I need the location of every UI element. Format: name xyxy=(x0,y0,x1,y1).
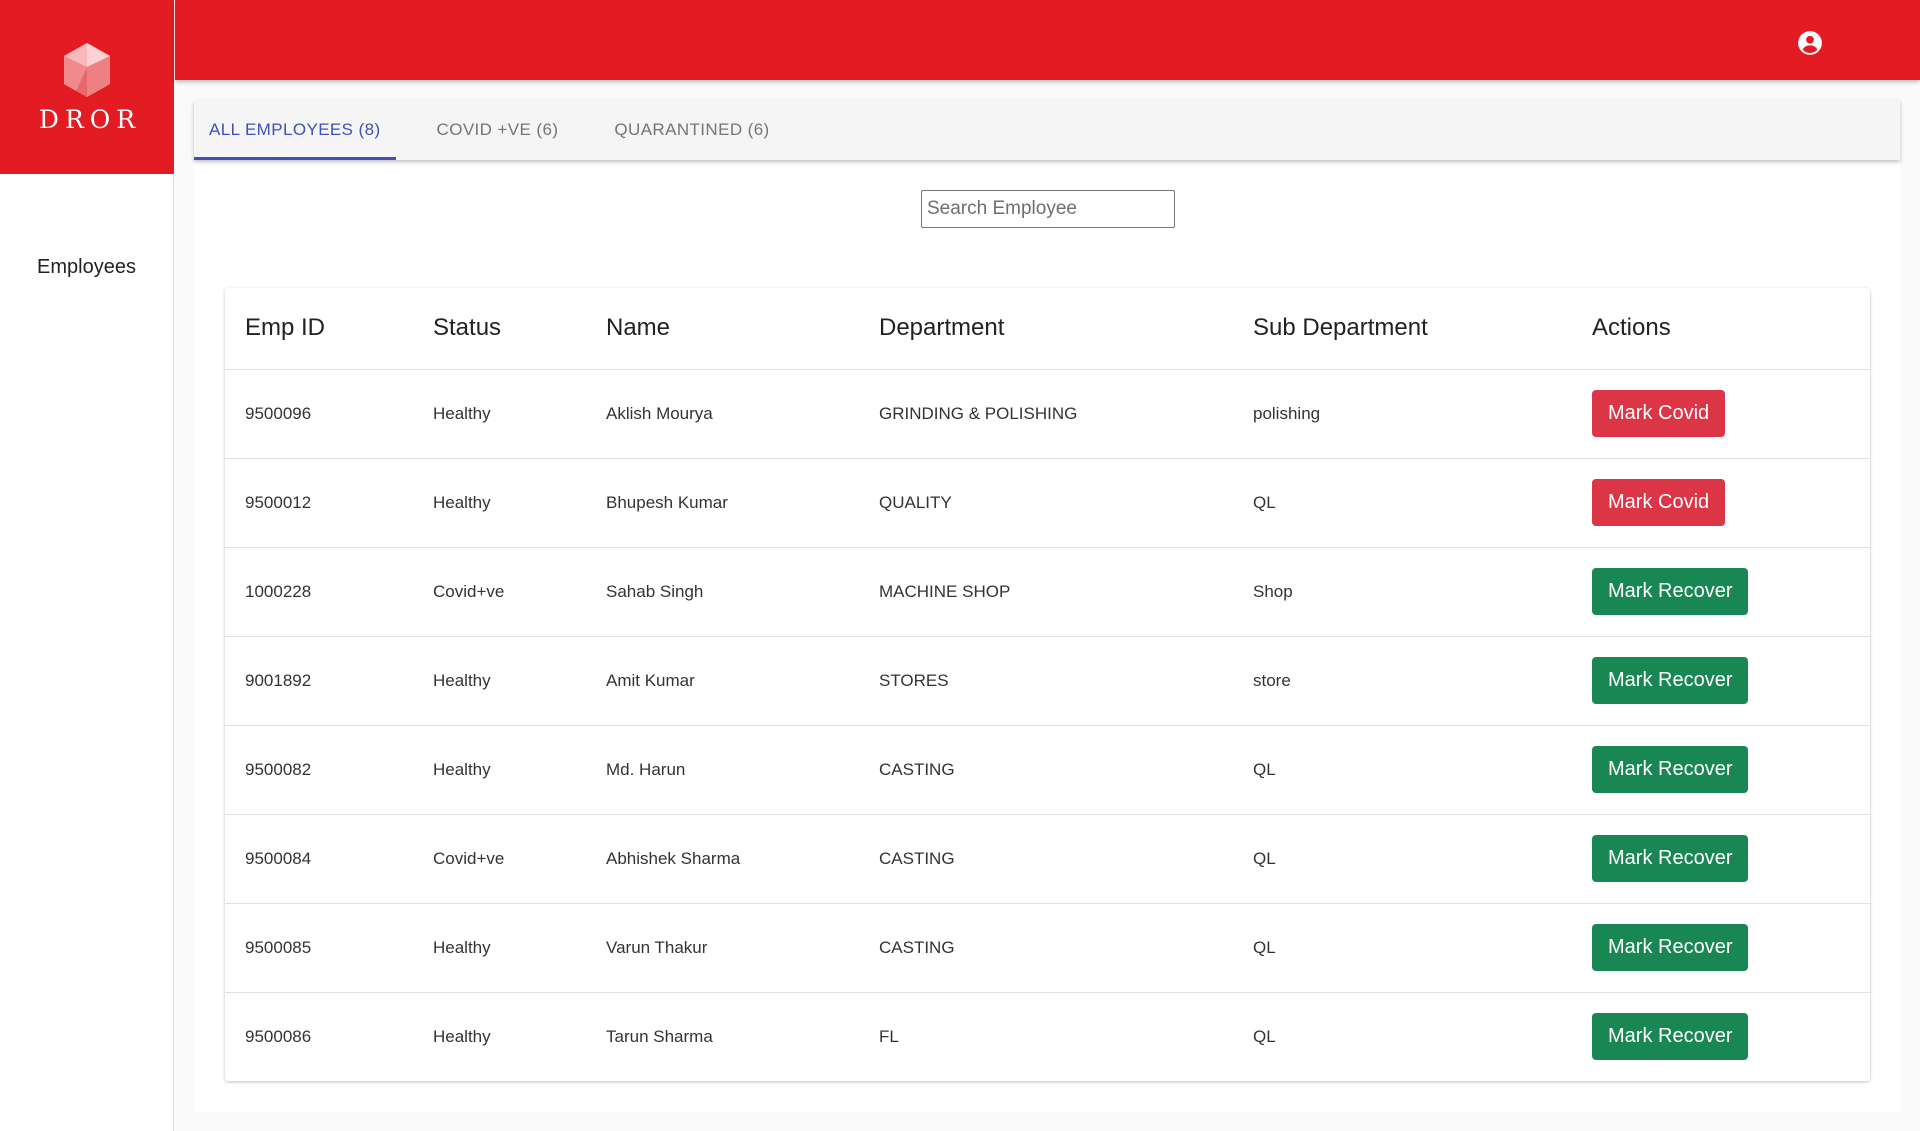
table-row: 9001892 Healthy Amit Kumar STORES store … xyxy=(225,636,1870,726)
cell-name: Aklish Mourya xyxy=(586,369,859,459)
cell-sub-department: Shop xyxy=(1233,547,1572,637)
cell-department: FL xyxy=(879,1026,899,1046)
cell-actions: Mark Recover xyxy=(1572,992,1870,1081)
search-input[interactable] xyxy=(921,190,1175,228)
cell-sub-department: store xyxy=(1233,636,1572,726)
cell-status: Covid+ve xyxy=(413,547,586,637)
mark-recover-button[interactable]: Mark Recover xyxy=(1592,746,1749,793)
main-content: ALL EMPLOYEES (8) COVID +VE (6) QUARANTI… xyxy=(194,100,1900,1112)
mark-covid-button[interactable]: Mark Covid xyxy=(1592,390,1726,437)
tab-quarantined[interactable]: QUARANTINED (6) xyxy=(599,100,784,160)
employees-table: Emp ID Status Name Department Sub Depart… xyxy=(225,288,1870,1081)
cell-status: Covid+ve xyxy=(413,814,586,904)
cell-name: Varun Thakur xyxy=(586,903,859,993)
cell-status: Healthy xyxy=(413,369,586,459)
cell-sub-department: QL xyxy=(1233,814,1572,904)
table-row: 9500085 Healthy Varun Thakur CASTING QL … xyxy=(225,903,1870,993)
cell-department: QUALITY xyxy=(859,458,1233,548)
cell-emp-id: 9500085 xyxy=(225,903,413,993)
cell-name: Md. Harun xyxy=(586,725,859,815)
table-row: 9500012 Healthy Bhupesh Kumar QUALITY QL… xyxy=(225,458,1870,548)
account-circle-icon[interactable] xyxy=(1797,30,1823,56)
header-department: Department xyxy=(859,288,1233,370)
top-bar xyxy=(175,0,1920,80)
cell-actions: Mark Recover xyxy=(1572,814,1870,904)
cell-department: MACHINE SHOP xyxy=(859,547,1233,637)
cell-actions: Mark Recover xyxy=(1572,903,1870,993)
table-row: 9500084 Covid+ve Abhishek Sharma CASTING… xyxy=(225,814,1870,904)
cell-emp-id: 9500082 xyxy=(225,725,413,815)
mark-covid-button[interactable]: Mark Covid xyxy=(1592,479,1726,526)
tab-bar: ALL EMPLOYEES (8) COVID +VE (6) QUARANTI… xyxy=(194,100,1900,160)
cell-sub-department: QL xyxy=(1233,725,1572,815)
cell-actions: Mark Recover xyxy=(1572,725,1870,815)
search-container xyxy=(921,190,1175,228)
cell-sub-department: QL xyxy=(1253,1026,1276,1046)
header-sub-department: Sub Department xyxy=(1233,288,1572,370)
sidebar: DROR Employees xyxy=(0,0,174,1131)
table-row: 9500086 Healthy Tarun Sharma FL QL Mark … xyxy=(225,992,1870,1081)
employees-table-card: Emp ID Status Name Department Sub Depart… xyxy=(225,288,1870,1081)
cell-actions: Mark Covid xyxy=(1572,369,1870,459)
app: DROR Employees ALL EMPLOYEES (8) COVID +… xyxy=(0,0,1920,1131)
mark-recover-button[interactable]: Mark Recover xyxy=(1592,568,1749,615)
cell-status: Healthy xyxy=(413,636,586,726)
header-name: Name xyxy=(586,288,859,370)
cell-emp-id: 9500096 xyxy=(225,369,413,459)
cell-emp-id: 9500086 xyxy=(245,1026,312,1046)
table-row: 9500082 Healthy Md. Harun CASTING QL Mar… xyxy=(225,725,1870,815)
header-status: Status xyxy=(413,288,586,370)
tab-covid-positive[interactable]: COVID +VE (6) xyxy=(422,100,574,160)
cell-status: Healthy xyxy=(413,458,586,548)
cell-name: Tarun Sharma xyxy=(606,1026,713,1046)
header-actions: Actions xyxy=(1572,288,1870,370)
cell-department: CASTING xyxy=(859,903,1233,993)
cell-status: Healthy xyxy=(433,1026,491,1046)
cell-actions: Mark Recover xyxy=(1572,636,1870,726)
cell-department: STORES xyxy=(859,636,1233,726)
tab-all-employees[interactable]: ALL EMPLOYEES (8) xyxy=(194,100,396,160)
cell-department: GRINDING & POLISHING xyxy=(859,369,1233,459)
logo-text: DROR xyxy=(38,104,142,134)
cell-name: Amit Kumar xyxy=(586,636,859,726)
cell-name: Sahab Singh xyxy=(586,547,859,637)
cell-department: CASTING xyxy=(859,814,1233,904)
cell-status: Healthy xyxy=(413,725,586,815)
logo[interactable]: DROR xyxy=(0,0,174,174)
cell-name: Bhupesh Kumar xyxy=(586,458,859,548)
cell-emp-id: 9001892 xyxy=(225,636,413,726)
cell-sub-department: QL xyxy=(1233,903,1572,993)
header-emp-id: Emp ID xyxy=(225,288,413,370)
mark-recover-button[interactable]: Mark Recover xyxy=(1592,924,1749,971)
cell-status: Healthy xyxy=(413,903,586,993)
mark-recover-button[interactable]: Mark Recover xyxy=(1592,657,1749,704)
cell-name: Abhishek Sharma xyxy=(586,814,859,904)
table-row: 1000228 Covid+ve Sahab Singh MACHINE SHO… xyxy=(225,547,1870,637)
cell-actions: Mark Recover xyxy=(1572,547,1870,637)
cell-emp-id: 9500012 xyxy=(225,458,413,548)
mark-recover-button[interactable]: Mark Recover xyxy=(1592,835,1749,882)
cell-emp-id: 9500084 xyxy=(225,814,413,904)
cell-actions: Mark Covid xyxy=(1572,458,1870,548)
mark-recover-button[interactable]: Mark Recover xyxy=(1592,1013,1749,1061)
cell-sub-department: QL xyxy=(1233,458,1572,548)
cell-emp-id: 1000228 xyxy=(225,547,413,637)
table-row: 9500096 Healthy Aklish Mourya GRINDING &… xyxy=(225,369,1870,459)
cell-department: CASTING xyxy=(859,725,1233,815)
sidebar-item-employees[interactable]: Employees xyxy=(0,256,173,279)
logo-icon xyxy=(64,42,110,97)
cell-sub-department: polishing xyxy=(1233,369,1572,459)
table-header-row: Emp ID Status Name Department Sub Depart… xyxy=(225,288,1870,370)
